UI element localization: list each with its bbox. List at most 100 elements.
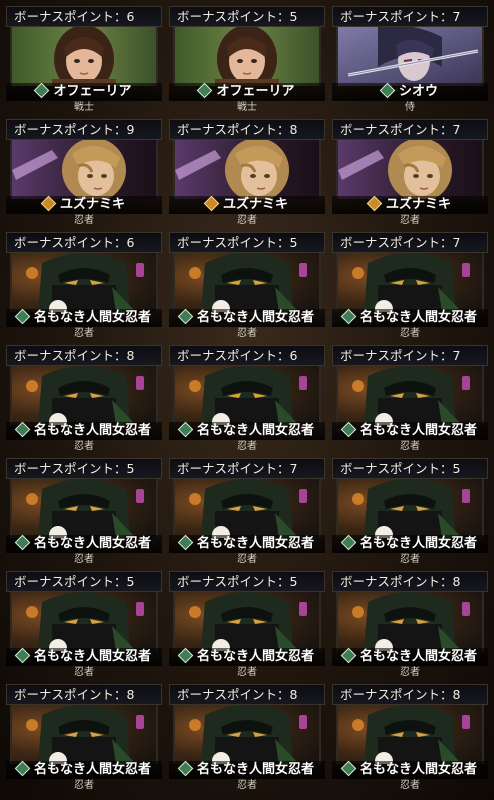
character-name: 名もなき人間女忍者 [359,423,477,438]
character-name: 名もなき人間女忍者 [359,310,477,325]
rank-gem-icon [340,421,357,438]
character-card[interactable]: ボーナスポイント：7 シオウ侍 [332,6,488,114]
character-name: 名もなき人間女忍者 [196,536,314,551]
character-job: 忍者 [74,328,94,339]
bonus-points-label: ボーナスポイント：8 [6,684,162,705]
bonus-points-label: ボーナスポイント：7 [169,458,325,479]
character-card[interactable]: ボーナスポイント：5 名もなき人間女忍者 忍者 [6,458,162,566]
character-name: 名もなき人間女忍者 [33,423,151,438]
character-name: 名もなき人間女忍者 [33,310,151,325]
character-card[interactable]: ボーナスポイント：8 名もなき人間女忍者忍者 [6,345,162,453]
character-card[interactable]: ボーナスポイント：7 名もなき人間女忍者 忍者 [332,232,488,340]
character-nameplate: 名もなき人間女忍者 [169,760,325,779]
character-portrait [336,140,484,199]
bonus-points-label: ボーナスポイント：8 [169,119,325,140]
character-nameplate: 名もなき人間女忍者 [332,760,488,779]
character-portrait [10,592,158,651]
character-name: ユズナミキ [385,197,451,212]
character-card[interactable]: ボーナスポイント：6 名もなき人間女忍者 忍者 [6,232,162,340]
character-job: 忍者 [237,667,257,678]
character-job: 忍者 [400,667,420,678]
character-job: 忍者 [400,328,420,339]
character-nameplate: 名もなき人間女忍者 [332,308,488,327]
character-card[interactable]: ボーナスポイント：7 ユズナミキ 忍者 [332,119,488,227]
character-portrait [336,705,484,764]
character-card[interactable]: ボーナスポイント：5 オフェーリア 戦士 [169,6,325,114]
rank-gem-icon [340,534,357,551]
character-job: 忍者 [237,780,257,791]
bonus-points-label: ボーナスポイント：5 [6,571,162,592]
rank-gem-icon [177,647,194,664]
rank-gem-icon [34,82,50,99]
character-card[interactable]: ボーナスポイント：8 名もなき人間女忍者 忍者 [6,684,162,792]
rank-gem-icon [340,647,357,664]
character-portrait [336,479,484,538]
rank-gem-icon [340,760,357,777]
character-portrait [10,27,158,86]
bonus-points-label: ボーナスポイント：5 [332,458,488,479]
character-nameplate: 名もなき人間女忍者 [169,308,325,327]
rank-gem-icon [177,760,194,777]
character-job: 戦士 [74,102,94,113]
bonus-points-label: ボーナスポイント：8 [332,571,488,592]
character-portrait [10,479,158,538]
character-name: 名もなき人間女忍者 [33,536,151,551]
character-card[interactable]: ボーナスポイント：8 名もなき人間女忍者 忍者 [332,571,488,679]
character-job: 侍 [405,102,415,113]
character-job: 忍者 [74,554,94,565]
character-portrait [173,27,321,86]
character-job: 忍者 [237,215,257,226]
rank-gem-icon [14,308,31,325]
character-job: 戦士 [237,102,257,113]
rank-gem-icon [177,534,194,551]
character-job: 忍者 [400,554,420,565]
character-name: 名もなき人間女忍者 [359,762,477,777]
rank-gem-icon [14,421,31,438]
character-name: ユズナミキ [222,197,288,212]
rank-gem-icon [340,308,357,325]
character-portrait [173,705,321,764]
rank-gem-icon [14,647,31,664]
bonus-points-label: ボーナスポイント：9 [6,119,162,140]
character-job: 忍者 [74,441,94,452]
bonus-points-label: ボーナスポイント：6 [169,345,325,366]
character-card[interactable]: ボーナスポイント：8 名もなき人間女忍者 忍者 [169,684,325,792]
character-name: 名もなき人間女忍者 [33,649,151,664]
rank-gem-icon [40,195,57,212]
character-card[interactable]: ボーナスポイント：5 名もなき人間女忍者忍者 [332,458,488,566]
character-card[interactable]: ボーナスポイント：7 名もなき人間女忍者 忍者 [169,458,325,566]
rank-gem-icon [14,760,31,777]
bonus-points-label: ボーナスポイント：8 [332,684,488,705]
bonus-points-label: ボーナスポイント：8 [6,345,162,366]
character-card[interactable]: ボーナスポイント：5 名もなき人間女忍者忍者 [169,571,325,679]
character-nameplate: 名もなき人間女忍者 [6,421,162,440]
character-name: 名もなき人間女忍者 [359,536,477,551]
character-job: 忍者 [237,441,257,452]
character-nameplate: シオウ [332,82,488,101]
character-card[interactable]: ボーナスポイント：5 名もなき人間女忍者 忍者 [6,571,162,679]
character-nameplate: オフェーリア [6,82,162,101]
character-nameplate: 名もなき人間女忍者 [169,534,325,553]
character-name: ユズナミキ [59,197,125,212]
character-name: 名もなき人間女忍者 [196,423,314,438]
character-card[interactable]: ボーナスポイント：8 名もなき人間女忍者 忍者 [332,684,488,792]
character-nameplate: 名もなき人間女忍者 [6,647,162,666]
bonus-points-label: ボーナスポイント：5 [169,232,325,253]
character-card[interactable]: ボーナスポイント：6 名もなき人間女忍者忍者 [169,345,325,453]
character-card[interactable]: ボーナスポイント：7 名もなき人間女忍者 忍者 [332,345,488,453]
character-job: 忍者 [237,328,257,339]
character-card[interactable]: ボーナスポイント：9 ユズナミキ 忍者 [6,119,162,227]
bonus-points-label: ボーナスポイント：7 [332,345,488,366]
character-nameplate: ユズナミキ [6,195,162,214]
character-portrait [10,705,158,764]
character-portrait [336,27,484,86]
character-name: 名もなき人間女忍者 [196,310,314,325]
character-portrait [336,366,484,425]
character-card[interactable]: ボーナスポイント：5 名もなき人間女忍者忍者 [169,232,325,340]
bonus-points-label: ボーナスポイント：5 [169,571,325,592]
character-name: オフェーリア [53,84,132,99]
character-card[interactable]: ボーナスポイント：6 オフェーリア 戦士 [6,6,162,114]
character-portrait [173,366,321,425]
character-card[interactable]: ボーナスポイント：8 ユズナミキ忍者 [169,119,325,227]
character-name: 名もなき人間女忍者 [196,649,314,664]
